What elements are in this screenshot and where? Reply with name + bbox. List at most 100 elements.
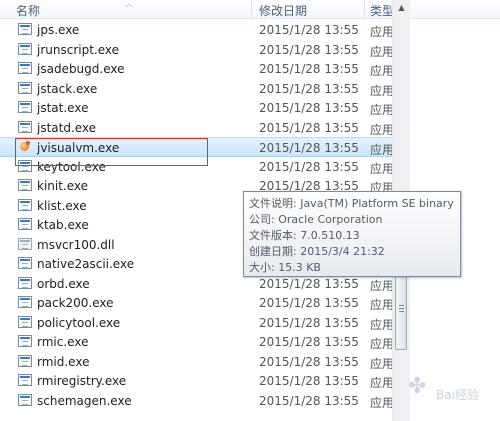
file-name[interactable]: klist.exe (37, 199, 87, 213)
file-name[interactable]: rmiregistry.exe (37, 374, 126, 388)
file-name[interactable]: jsadebugd.exe (37, 62, 125, 76)
watermark: ✤ Bai经验 (400, 372, 500, 412)
file-modified-date: 2015/1/28 13:55 (259, 62, 359, 76)
file-name[interactable]: jstat.exe (37, 101, 88, 115)
grip-line (399, 305, 404, 306)
exe-icon (18, 23, 32, 35)
column-divider[interactable] (251, 0, 252, 18)
file-name[interactable]: jps.exe (37, 23, 79, 37)
file-type: 应用 (370, 143, 395, 157)
file-info-tooltip: 文件说明: Java(TM) Platform SE binary 公司: Or… (243, 191, 461, 277)
watermark-text: Bai经验 (436, 388, 479, 402)
file-row[interactable]: jstack.exe 2015/1/28 13:55 应用 (0, 79, 395, 99)
file-type: 应用 (370, 161, 395, 176)
file-name[interactable]: native2ascii.exe (37, 257, 134, 271)
file-row[interactable]: policytool.exe 2015/1/28 13:55 应用 (0, 313, 395, 333)
grip-line (399, 308, 404, 309)
file-row[interactable]: jstat.exe 2015/1/28 13:55 应用 (0, 98, 395, 118)
file-name[interactable]: ktab.exe (37, 218, 89, 232)
highlight-annotation-box (15, 138, 208, 166)
dll-icon (18, 237, 32, 250)
file-type: 应用 (370, 356, 395, 371)
file-type: 应用 (370, 298, 395, 312)
file-name[interactable]: jstack.exe (37, 82, 97, 96)
file-name[interactable]: kinit.exe (37, 179, 88, 193)
file-modified-date: 2015/1/28 13:55 (259, 315, 359, 330)
exe-icon (18, 276, 32, 289)
tooltip-size: 大小: 15.3 KB (249, 261, 321, 274)
exe-icon (18, 335, 32, 347)
file-modified-date: 2015/1/28 13:55 (259, 335, 359, 349)
file-type: 应用 (370, 317, 395, 332)
grip-line (399, 311, 404, 312)
column-divider[interactable] (364, 0, 365, 18)
file-type: 应用 (370, 278, 395, 293)
file-row[interactable]: pack200.exe 2015/1/28 13:55 应用 (0, 293, 395, 313)
file-name[interactable]: jstatd.exe (37, 121, 96, 135)
file-type: 应用 (370, 44, 395, 59)
exe-icon (18, 374, 32, 386)
sort-up-icon: ︿ (125, 0, 133, 8)
column-header-type[interactable]: 类型 (370, 2, 394, 19)
file-modified-date: 2015/1/28 13:55 (259, 276, 359, 291)
file-type: 应用 (370, 64, 395, 78)
tooltip-description: 文件说明: Java(TM) Platform SE binary (249, 197, 454, 210)
file-modified-date: 2015/1/28 13:55 (259, 101, 359, 115)
file-row[interactable]: jps.exe 2015/1/28 13:55 应用 (0, 20, 395, 40)
file-type: 应用 (370, 25, 395, 39)
column-header-modified[interactable]: 修改日期 (259, 2, 307, 19)
exe-icon (18, 120, 32, 133)
exe-icon (18, 354, 32, 367)
file-name[interactable]: jrunscript.exe (37, 43, 119, 57)
exe-icon (18, 81, 32, 94)
tooltip-company: 公司: Oracle Corporation (249, 213, 383, 226)
file-modified-date: 2015/1/28 13:55 (259, 296, 359, 310)
file-row[interactable]: rmid.exe 2015/1/28 13:55 应用 (0, 352, 395, 372)
file-row[interactable]: schemagen.exe 2015/1/28 13:55 应用 (0, 391, 395, 411)
exe-icon (18, 62, 32, 74)
file-type: 应用 (370, 395, 395, 410)
file-row[interactable]: rmiregistry.exe 2015/1/28 13:55 应用 (0, 371, 395, 391)
file-type: 应用 (370, 103, 395, 117)
file-modified-date: 2015/1/28 13:55 (259, 159, 359, 174)
tooltip-version: 文件版本: 7.0.510.13 (249, 229, 360, 242)
exe-icon (18, 315, 32, 328)
file-name[interactable]: schemagen.exe (37, 394, 132, 408)
file-type: 应用 (370, 376, 395, 390)
file-modified-date: 2015/1/28 13:55 (259, 354, 359, 369)
paw-icon: ✤ (408, 374, 427, 399)
exe-icon (18, 257, 32, 269)
file-modified-date: 2015/1/28 13:55 (259, 374, 359, 388)
exe-icon (18, 42, 32, 55)
file-modified-date: 2015/1/28 13:55 (259, 23, 359, 37)
file-name[interactable]: rmic.exe (37, 335, 88, 349)
file-name[interactable]: pack200.exe (37, 296, 114, 310)
exe-icon (18, 296, 32, 308)
column-header: 名称 ︿ 修改日期 类型 (0, 0, 500, 19)
scrollbar-thumb[interactable] (395, 268, 407, 350)
column-header-name[interactable]: 名称 (16, 2, 40, 19)
scroll-up-arrow-icon[interactable]: ▲ (393, 0, 410, 16)
file-type: 应用 (370, 337, 395, 351)
file-name[interactable]: policytool.exe (37, 316, 120, 330)
file-name[interactable]: rmid.exe (37, 355, 89, 369)
exe-icon (18, 179, 32, 191)
file-type: 应用 (370, 83, 395, 98)
file-row[interactable]: jstatd.exe 2015/1/28 13:55 应用 (0, 118, 395, 138)
file-row[interactable]: jrunscript.exe 2015/1/28 13:55 应用 (0, 40, 395, 60)
file-modified-date: 2015/1/28 13:55 (259, 120, 359, 135)
file-name[interactable]: orbd.exe (37, 277, 90, 291)
file-name[interactable]: msvcr100.dll (37, 238, 115, 252)
file-type: 应用 (370, 122, 395, 137)
exe-icon (18, 393, 32, 406)
exe-icon (18, 101, 32, 113)
file-modified-date: 2015/1/28 13:55 (259, 42, 359, 57)
exe-icon (18, 198, 32, 211)
file-row[interactable]: rmic.exe 2015/1/28 13:55 应用 (0, 332, 395, 352)
exe-icon (18, 218, 32, 230)
file-modified-date: 2015/1/28 13:55 (259, 141, 359, 155)
file-modified-date: 2015/1/28 13:55 (259, 393, 359, 408)
file-modified-date: 2015/1/28 13:55 (259, 81, 359, 96)
file-row[interactable]: jsadebugd.exe 2015/1/28 13:55 应用 (0, 59, 395, 79)
tooltip-created: 创建日期: 2015/3/4 21:32 (249, 245, 385, 258)
